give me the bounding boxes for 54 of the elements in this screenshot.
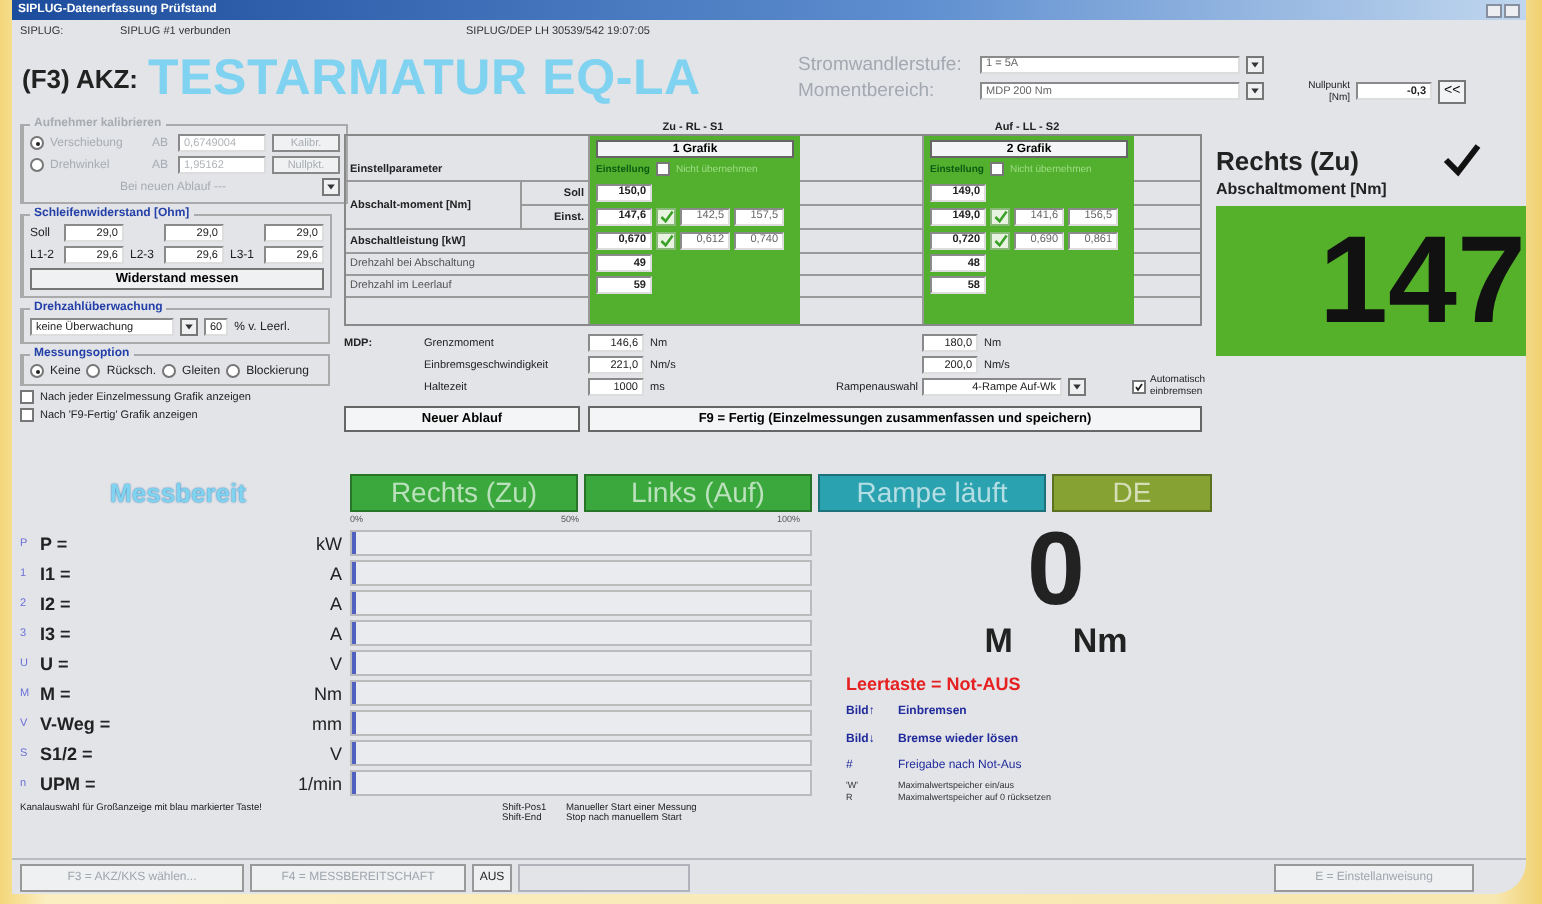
symbol-text: M	[984, 622, 1013, 662]
caret-icon	[1072, 382, 1082, 392]
radio-button[interactable]	[30, 364, 44, 378]
checkbox[interactable]	[20, 390, 34, 404]
radio-button[interactable]	[226, 364, 241, 378]
value-display: 147	[1216, 206, 1526, 356]
maximize-button[interactable]	[1504, 3, 1520, 17]
status-tile: Rampe läuft	[818, 473, 1046, 511]
value-display: 0	[1027, 518, 1085, 622]
checkbox[interactable]	[1132, 380, 1146, 394]
status-title: Messbereit	[108, 477, 248, 507]
caret-icon	[1250, 59, 1261, 69]
unit-text: A	[327, 623, 344, 643]
checkbox[interactable]	[989, 162, 1004, 176]
unit-text: A	[327, 593, 344, 613]
label-text: Stromwandlerstufe:	[798, 53, 964, 75]
unit-text: kW	[314, 533, 344, 553]
unit-text: mm	[310, 713, 344, 733]
channel-label: V-Weg =	[40, 713, 113, 733]
channel-label: S1/2 =	[40, 743, 95, 763]
minimize-button[interactable]	[1486, 3, 1502, 17]
channel-label: M =	[40, 683, 73, 703]
status-tile: DE	[1052, 473, 1212, 511]
channel-label: I2 =	[40, 593, 73, 613]
unit-text: Nm	[1072, 622, 1128, 662]
channel-label: I1 =	[40, 563, 73, 583]
radio-button[interactable]	[86, 364, 101, 378]
dropdown-button[interactable]	[1068, 378, 1086, 396]
unit-text: 1/min	[295, 773, 344, 793]
checkbox[interactable]	[655, 162, 670, 176]
channel-label: I3 =	[40, 623, 73, 643]
status-tile: Links (Auf)	[584, 473, 812, 511]
unit-text: A	[327, 563, 344, 583]
channel-label: U =	[40, 653, 71, 673]
unit-text: Nm	[312, 683, 344, 703]
label-text: Abschaltmoment [Nm]	[1216, 180, 1389, 198]
channel-label: UPM =	[40, 773, 98, 793]
caret-icon	[1250, 86, 1261, 96]
unit-text: V	[327, 743, 344, 763]
akz-name: TESTARMATUR EQ-LA	[148, 49, 703, 107]
channel-label: P =	[40, 533, 70, 553]
warning-text: Leertaste = Not-AUS	[846, 674, 1023, 694]
label-text: Momentbereich:	[798, 80, 937, 102]
label-text: (F3) AKZ:	[22, 63, 139, 93]
caret-icon	[184, 322, 194, 332]
dropdown-button[interactable]	[180, 318, 198, 336]
radio-button[interactable]	[162, 364, 177, 378]
caret-icon	[326, 182, 336, 192]
checkbox[interactable]	[20, 408, 34, 422]
direction-text: Rechts (Zu)	[1216, 145, 1359, 175]
status-tile: Rechts (Zu)	[350, 473, 578, 511]
dropdown-button[interactable]	[1246, 82, 1265, 100]
unit-text: V	[327, 653, 344, 673]
dropdown-button[interactable]	[1246, 55, 1265, 73]
